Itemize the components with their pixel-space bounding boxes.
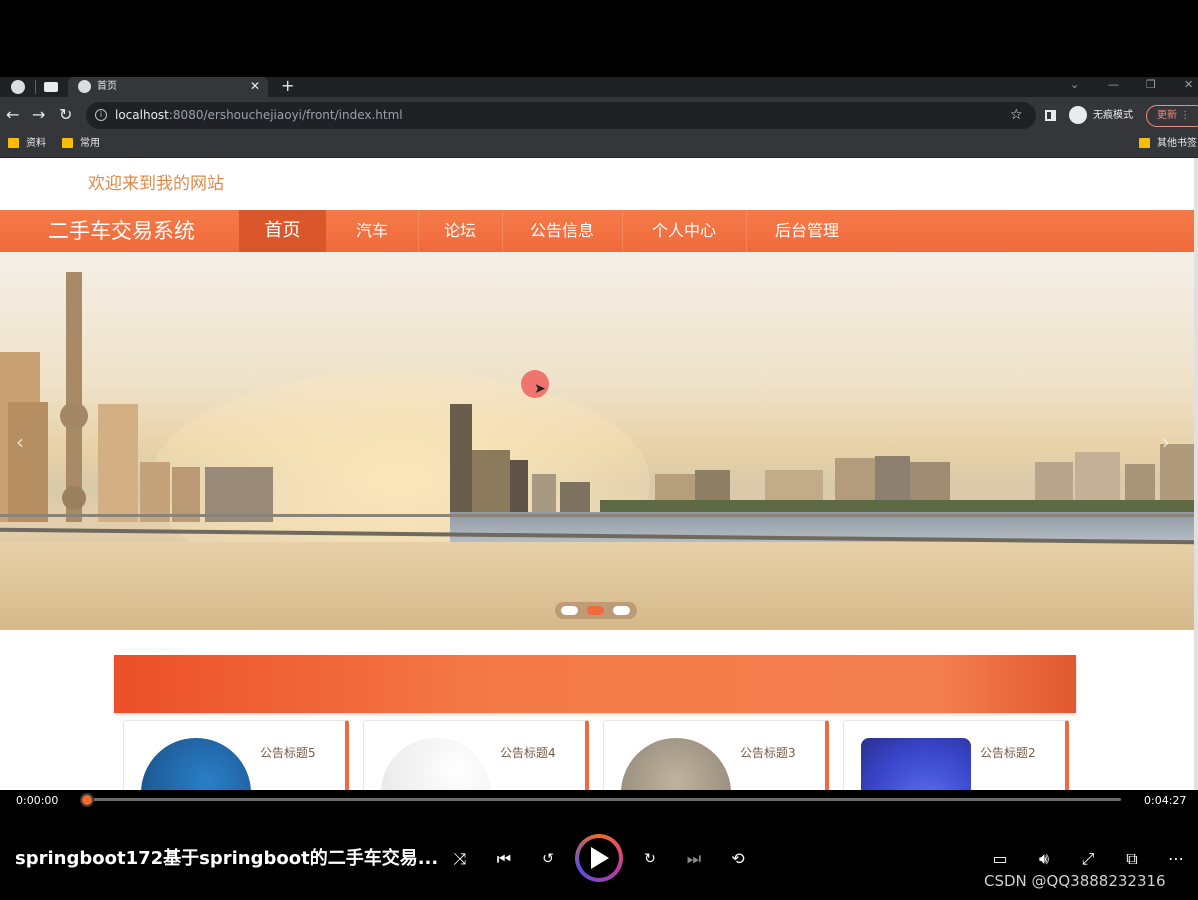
- banner-tower-sphere: [62, 486, 86, 510]
- tab-groups-icon[interactable]: [44, 82, 58, 92]
- notice-card[interactable]: 公告标题2: [843, 720, 1069, 790]
- next-icon[interactable]: ⏭: [683, 849, 705, 869]
- bookmark-other[interactable]: 其他书签: [1157, 137, 1197, 150]
- banner-building: [450, 404, 472, 522]
- video-title: springboot172基于springboot的二手车交易...: [15, 848, 439, 869]
- star-icon[interactable]: ☆: [1010, 107, 1023, 123]
- folder-icon: [8, 138, 19, 148]
- folder-icon: [1139, 138, 1150, 148]
- folder-icon: [62, 138, 73, 148]
- notice-thumbnail: [861, 738, 971, 790]
- main-navbar: 二手车交易系统 首页 汽车 论坛 公告信息 个人中心 后台管理: [0, 210, 1196, 252]
- notice-thumbnail: [621, 738, 731, 790]
- nav-admin[interactable]: 后台管理: [746, 210, 868, 252]
- reload-icon[interactable]: ↻: [59, 105, 72, 125]
- current-time: 0:00:00: [16, 794, 59, 807]
- nav-cars[interactable]: 汽车: [326, 210, 418, 252]
- bookmark-ziliao[interactable]: 资料: [26, 137, 46, 150]
- chevron-right-icon[interactable]: ›: [1162, 430, 1170, 454]
- chevron-left-icon[interactable]: ‹: [16, 430, 24, 454]
- carousel-dot-active[interactable]: [587, 606, 604, 615]
- url-text[interactable]: localhost:8080/ershouchejiaoyi/front/ind…: [115, 108, 403, 123]
- banner-building: [98, 404, 138, 522]
- forward-icon[interactable]: →: [32, 105, 45, 125]
- volume-icon[interactable]: 🔊︎: [1033, 849, 1055, 869]
- nav-forum[interactable]: 论坛: [418, 210, 502, 252]
- notice-title[interactable]: 公告标题5: [260, 745, 316, 761]
- carousel-banner[interactable]: ‹ ›: [0, 252, 1196, 630]
- globe-icon: [78, 80, 91, 93]
- bookmark-changyong[interactable]: 常用: [80, 137, 100, 150]
- tab-divider: [35, 80, 36, 94]
- nav-profile[interactable]: 个人中心: [622, 210, 746, 252]
- info-icon[interactable]: i: [95, 109, 107, 121]
- notice-title[interactable]: 公告标题4: [500, 745, 556, 761]
- carousel-dot[interactable]: [613, 606, 630, 615]
- top-letterbox: [0, 0, 1198, 77]
- play-icon: [591, 847, 609, 869]
- fullscreen-icon[interactable]: ⤢: [1077, 849, 1099, 869]
- notice-card[interactable]: 公告标题5: [123, 720, 349, 790]
- notice-title[interactable]: 公告标题2: [980, 745, 1036, 761]
- close-window-icon[interactable]: ✕: [1184, 77, 1193, 93]
- duration: 0:04:27: [1144, 794, 1187, 807]
- banner-building: [140, 462, 170, 522]
- shuffle-icon[interactable]: ⤨: [449, 849, 471, 869]
- seek-thumb[interactable]: [80, 793, 94, 807]
- nav-home[interactable]: 首页: [239, 210, 326, 252]
- tab-title: 首页: [97, 81, 117, 92]
- site-brand: 二手车交易系统: [48, 219, 195, 243]
- globe-icon[interactable]: [11, 80, 25, 94]
- more-icon[interactable]: ⋯: [1165, 849, 1187, 869]
- rewind-10-icon[interactable]: ↺: [537, 849, 559, 869]
- banner-railing: [0, 514, 1196, 517]
- minimize-icon[interactable]: —: [1108, 77, 1119, 93]
- subtitles-icon[interactable]: ▭: [989, 849, 1011, 869]
- banner-tower: [66, 272, 82, 522]
- notice-title[interactable]: 公告标题3: [740, 745, 796, 761]
- watermark: CSDN @QQ3888232316: [984, 872, 1166, 890]
- page-scrollbar[interactable]: [1194, 158, 1198, 790]
- carousel-dot[interactable]: [561, 606, 578, 615]
- chevron-down-icon[interactable]: ⌄: [1070, 77, 1079, 93]
- notice-card[interactable]: 公告标题4: [363, 720, 589, 790]
- bookmarks-bar: [0, 134, 1198, 158]
- mouse-cursor-icon: ➤: [534, 381, 546, 397]
- welcome-text: 欢迎来到我的网站: [88, 174, 224, 194]
- pip-icon[interactable]: ⧉: [1121, 849, 1143, 869]
- close-icon[interactable]: ✕: [250, 79, 260, 93]
- seek-bar[interactable]: [87, 798, 1121, 801]
- loop-off-icon[interactable]: ⟲: [727, 849, 749, 869]
- side-panel-icon[interactable]: [1045, 110, 1056, 121]
- incognito-label: 无痕模式: [1093, 110, 1133, 121]
- forward-30-icon[interactable]: ↻: [639, 849, 661, 869]
- back-icon[interactable]: ←: [6, 105, 19, 125]
- section-header-bar: [114, 655, 1076, 713]
- nav-notices[interactable]: 公告信息: [502, 210, 622, 252]
- incognito-icon[interactable]: [1069, 106, 1087, 124]
- plus-icon[interactable]: +: [281, 77, 294, 95]
- update-button[interactable]: 更新 ⋮: [1146, 105, 1198, 127]
- notice-thumbnail: [141, 738, 251, 790]
- notice-card[interactable]: 公告标题3: [603, 720, 829, 790]
- banner-building: [8, 402, 48, 522]
- banner-tower-sphere: [60, 402, 88, 430]
- notice-thumbnail: [381, 738, 491, 790]
- previous-icon[interactable]: ⏮: [493, 849, 515, 869]
- web-page: 欢迎来到我的网站 二手车交易系统 首页 汽车 论坛 公告信息 个人中心 后台管理: [0, 158, 1196, 790]
- restore-icon[interactable]: ❐: [1146, 77, 1156, 93]
